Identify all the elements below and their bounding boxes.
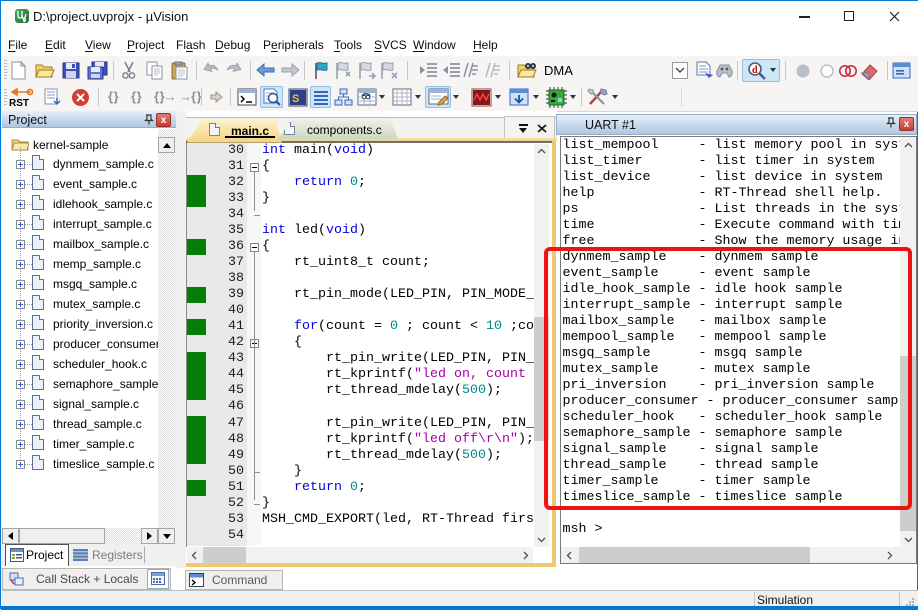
svg-text:S: S	[292, 93, 299, 105]
svg-text:5: 5	[23, 18, 27, 23]
svg-text:d: d	[752, 65, 758, 76]
svg-text:RST: RST	[9, 98, 29, 108]
